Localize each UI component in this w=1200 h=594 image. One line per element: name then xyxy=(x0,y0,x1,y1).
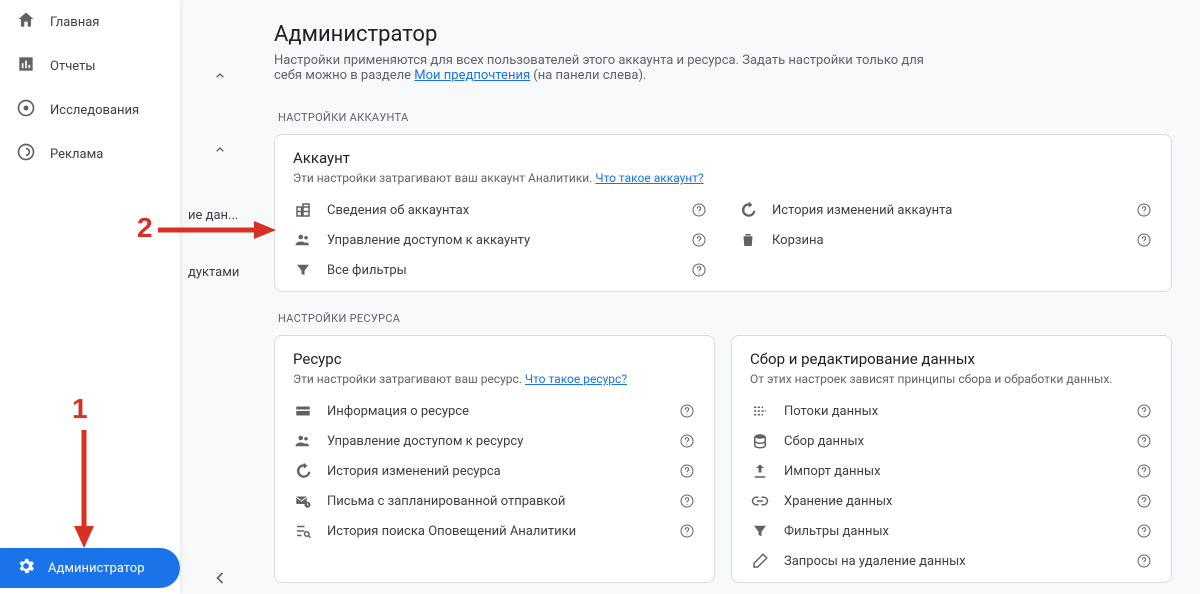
help-icon[interactable] xyxy=(1135,492,1153,510)
explore-icon xyxy=(16,98,36,122)
help-icon[interactable] xyxy=(678,462,696,480)
data-import-item[interactable]: Импорт данных xyxy=(750,456,1153,486)
people-icon xyxy=(293,230,313,250)
help-icon[interactable] xyxy=(678,432,696,450)
nav-explore[interactable]: Исследования xyxy=(0,88,180,132)
help-icon[interactable] xyxy=(1135,231,1153,249)
upload-icon xyxy=(750,461,770,481)
trash-icon xyxy=(738,230,758,250)
help-icon[interactable] xyxy=(690,231,708,249)
data-card-subtitle: От этих настроек зависят принципы сбора … xyxy=(750,372,1153,386)
gear-icon xyxy=(16,556,36,580)
intro-text-b: (на панели слева). xyxy=(530,68,646,83)
account-details-item[interactable]: Сведения об аккаунтах xyxy=(293,195,708,225)
help-icon[interactable] xyxy=(1135,402,1153,420)
data-collection-item[interactable]: Сбор данных xyxy=(750,426,1153,456)
building-icon xyxy=(293,200,313,220)
trash-item[interactable]: Корзина xyxy=(738,225,1153,255)
database-icon xyxy=(750,431,770,451)
resource-info-item[interactable]: Информация о ресурсе xyxy=(293,396,696,426)
nav-admin-label: Администратор xyxy=(48,561,145,576)
data-card-title: Сбор и редактирование данных xyxy=(750,350,1153,368)
page-title: Администратор xyxy=(274,22,1172,47)
resource-history-item[interactable]: История изменений ресурса xyxy=(293,456,696,486)
help-icon[interactable] xyxy=(1135,432,1153,450)
help-icon[interactable] xyxy=(1135,552,1153,570)
home-icon xyxy=(16,10,36,34)
nav-ads[interactable]: Реклама xyxy=(0,132,180,176)
help-icon[interactable] xyxy=(1135,201,1153,219)
account-card-subtitle: Эти настройки затрагивают ваш аккаунт Ан… xyxy=(293,171,1153,185)
nav-reports-label: Отчеты xyxy=(50,59,95,74)
account-card: Аккаунт Эти настройки затрагивают ваш ак… xyxy=(274,134,1172,292)
eraser-icon xyxy=(750,551,770,571)
streams-icon xyxy=(750,401,770,421)
main-content: Администратор Настройки применяются для … xyxy=(260,0,1200,594)
truncated-label[interactable]: дуктами xyxy=(180,255,260,282)
nav-admin[interactable]: Администратор xyxy=(0,548,180,588)
chevron-up-icon[interactable] xyxy=(208,64,232,88)
secondary-nav: ие дан... дуктами xyxy=(180,0,260,594)
megaphone-icon xyxy=(16,142,36,166)
collapse-chevron-left-icon[interactable] xyxy=(180,568,260,588)
my-preferences-link[interactable]: Мои предпочтения xyxy=(414,68,530,83)
help-icon[interactable] xyxy=(690,201,708,219)
account-history-item[interactable]: История изменений аккаунта xyxy=(738,195,1153,225)
data-deletion-item[interactable]: Запросы на удаление данных xyxy=(750,546,1153,576)
chevron-up-icon[interactable] xyxy=(208,138,232,162)
help-icon[interactable] xyxy=(678,492,696,510)
people-icon xyxy=(293,431,313,451)
what-is-resource-link[interactable]: Что такое ресурс? xyxy=(525,372,627,386)
help-icon[interactable] xyxy=(678,522,696,540)
search-list-icon xyxy=(293,521,313,541)
help-icon[interactable] xyxy=(690,261,708,279)
section-account-label: НАСТРОЙКИ АККАУНТА xyxy=(274,91,1172,134)
history-icon xyxy=(738,200,758,220)
what-is-account-link[interactable]: Что такое аккаунт? xyxy=(595,171,703,185)
help-icon[interactable] xyxy=(1135,522,1153,540)
scheduled-mail-icon xyxy=(293,491,313,511)
data-streams-item[interactable]: Потоки данных xyxy=(750,396,1153,426)
help-icon[interactable] xyxy=(1135,462,1153,480)
data-filters-item[interactable]: Фильтры данных xyxy=(750,516,1153,546)
data-card: Сбор и редактирование данных От этих нас… xyxy=(731,335,1172,583)
nav-reports[interactable]: Отчеты xyxy=(0,44,180,88)
help-icon[interactable] xyxy=(678,402,696,420)
nav-explore-label: Исследования xyxy=(50,103,139,118)
page-intro: Настройки применяются для всех пользоват… xyxy=(274,53,954,83)
all-filters-item[interactable]: Все фильтры xyxy=(293,255,708,285)
filter-icon xyxy=(293,260,313,280)
nav-ads-label: Реклама xyxy=(50,147,103,162)
nav-home[interactable]: Главная xyxy=(0,0,180,44)
insights-search-history-item[interactable]: История поиска Оповещений Аналитики xyxy=(293,516,696,546)
truncated-label[interactable]: ие дан... xyxy=(180,198,260,225)
resource-card: Ресурс Эти настройки затрагивают ваш рес… xyxy=(274,335,715,583)
account-access-item[interactable]: Управление доступом к аккаунту xyxy=(293,225,708,255)
resource-card-subtitle: Эти настройки затрагивают ваш ресурс. Чт… xyxy=(293,372,696,386)
resource-access-item[interactable]: Управление доступом к ресурсу xyxy=(293,426,696,456)
account-card-title: Аккаунт xyxy=(293,149,1153,167)
link-icon xyxy=(750,491,770,511)
scheduled-emails-item[interactable]: Письма с запланированной отправкой xyxy=(293,486,696,516)
resource-card-title: Ресурс xyxy=(293,350,696,368)
nav-home-label: Главная xyxy=(50,15,99,30)
history-icon xyxy=(293,461,313,481)
filter-icon xyxy=(750,521,770,541)
card-icon xyxy=(293,401,313,421)
bar-chart-icon xyxy=(16,54,36,78)
section-resource-label: НАСТРОЙКИ РЕСУРСА xyxy=(274,292,1172,335)
primary-sidebar: Главная Отчеты Исследования Реклама Адми… xyxy=(0,0,180,594)
data-retention-item[interactable]: Хранение данных xyxy=(750,486,1153,516)
